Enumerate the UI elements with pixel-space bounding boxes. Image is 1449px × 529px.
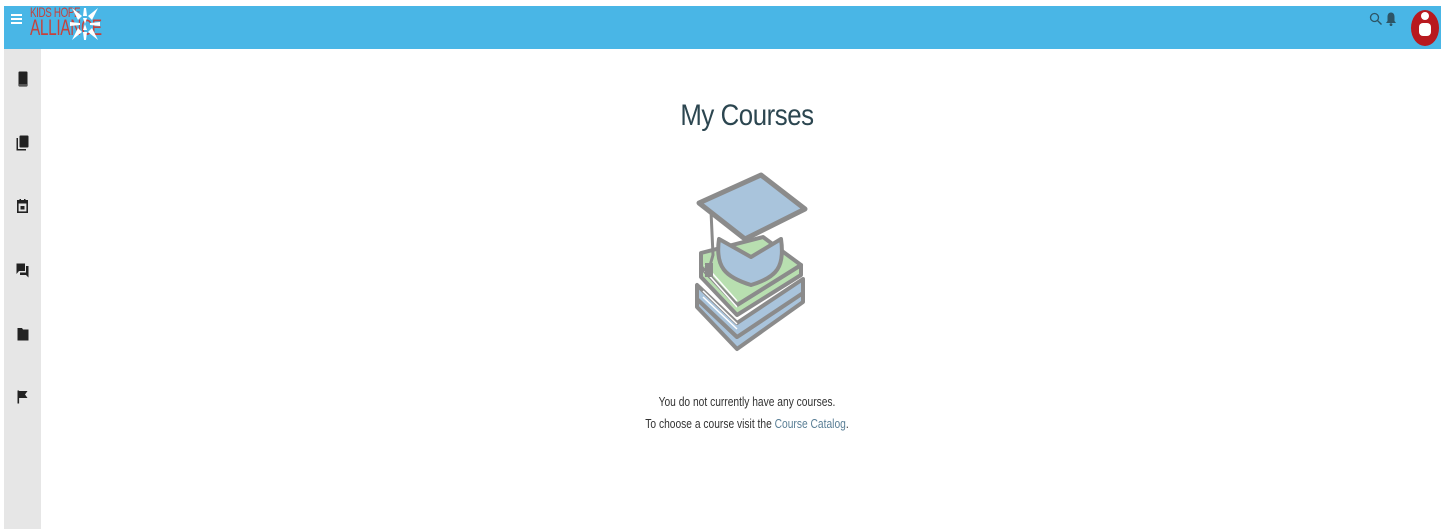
flag-icon <box>17 390 28 404</box>
empty-state-hint: To choose a course visit the Course Cata… <box>168 417 1326 431</box>
sidebar-item-files[interactable] <box>4 319 41 349</box>
avatar[interactable] <box>1410 6 1440 46</box>
graduation-books-icon <box>695 172 808 351</box>
empty-state-hint-prefix: To choose a course visit the <box>645 417 775 431</box>
top-bar: KIDS HOPE ALLIANCE <box>4 4 1441 49</box>
folder-icon <box>17 328 28 341</box>
empty-state-hint-suffix: . <box>845 417 849 431</box>
header-actions <box>1341 6 1441 49</box>
menu-icon[interactable] <box>9 10 25 28</box>
main-content: My Courses You do not currently have any… <box>41 49 1441 529</box>
sidebar-item-course-catalog[interactable] <box>4 128 41 158</box>
empty-state-message: You do not currently have any courses. <box>658 395 836 409</box>
page-title: My Courses <box>680 99 814 132</box>
book-icon <box>18 71 27 87</box>
sidebar-item-calendar[interactable] <box>4 191 41 221</box>
bell-icon[interactable] <box>1385 11 1397 27</box>
sidebar-item-messages[interactable] <box>4 255 41 285</box>
chat-icon <box>16 263 29 277</box>
search-icon[interactable] <box>1369 12 1383 26</box>
logo[interactable]: KIDS HOPE ALLIANCE <box>30 4 120 48</box>
sidebar-item-reports[interactable] <box>4 382 41 412</box>
sidebar <box>4 49 41 529</box>
library-icon <box>16 135 29 151</box>
sidebar-item-my-courses[interactable] <box>4 64 41 94</box>
course-catalog-link[interactable]: Course Catalog <box>775 417 846 431</box>
snowflake-logo-icon <box>70 8 100 40</box>
calendar-icon <box>17 199 28 213</box>
